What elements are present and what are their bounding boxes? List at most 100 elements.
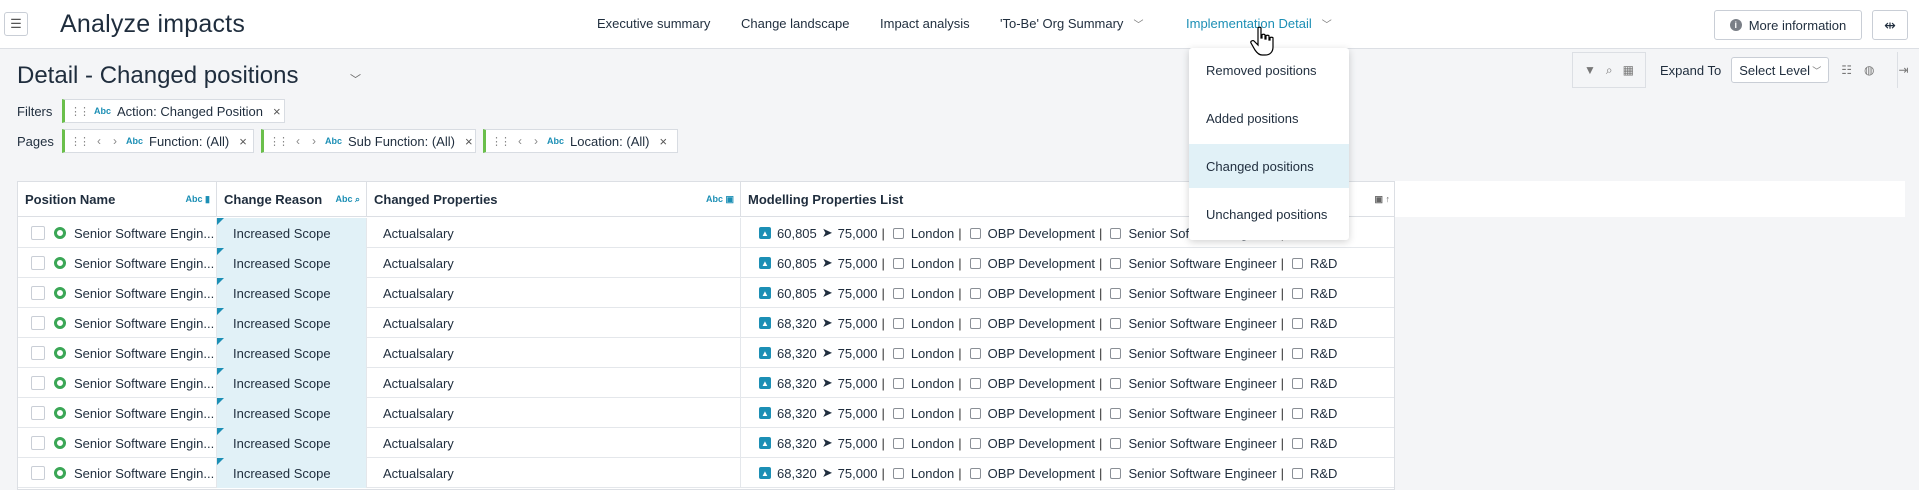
drag-handle-icon[interactable]: ⋮⋮	[70, 105, 90, 118]
cell-changed-properties[interactable]: Actualsalary	[367, 398, 741, 428]
cell-modelling-properties[interactable]: ▲ 68,320 ➤ 75,000 | London | OBP Development | Se…	[741, 398, 1394, 428]
cell-position-name[interactable]: Senior Software Engin...	[18, 338, 217, 368]
location-value: London	[910, 225, 955, 241]
cell-change-reason[interactable]: Increased Scope	[217, 338, 367, 368]
cell-modelling-properties[interactable]: ▲ 68,320 ➤ 75,000 | London | OBP Development | Se…	[741, 308, 1394, 338]
page-chip-sub-function[interactable]: ⋮⋮ ‹ › Abc Sub Function: (All) ×	[261, 129, 476, 153]
role-value: Senior Software Engineer	[1128, 435, 1277, 451]
filter-chip-action[interactable]: ⋮⋮ Abc Action: Changed Position ×	[62, 99, 285, 123]
cell-changed-properties[interactable]: Actualsalary	[367, 248, 741, 278]
lock-icon[interactable]: Abc ▣	[706, 194, 734, 205]
cell-changed-properties[interactable]: Actualsalary	[367, 278, 741, 308]
bookmark-icon[interactable]: Abc ▮	[186, 194, 210, 205]
cell-changed-properties[interactable]: Actualsalary	[367, 308, 741, 338]
cell-change-reason[interactable]: Increased Scope	[217, 218, 367, 248]
table-row[interactable]: Senior Software Engin... Increased Scope A…	[18, 278, 1394, 308]
export-icon[interactable]: ⇥	[1898, 63, 1908, 77]
column-header-position-name[interactable]: Position Name Abc ▮	[18, 182, 217, 217]
cell-position-name[interactable]: Senior Software Engin...	[18, 458, 217, 488]
row-checkbox[interactable]	[31, 376, 45, 390]
close-icon[interactable]: ×	[660, 134, 668, 149]
row-checkbox[interactable]	[31, 316, 45, 330]
cell-change-reason[interactable]: Increased Scope	[217, 278, 367, 308]
cell-changed-properties[interactable]: Actualsalary	[367, 368, 741, 398]
sort-up-icon[interactable]: ▣ ↑	[1374, 194, 1390, 205]
search-icon[interactable]: ⌕	[1606, 63, 1613, 78]
chevron-left-icon[interactable]: ‹	[296, 134, 300, 148]
row-checkbox[interactable]	[31, 256, 45, 270]
search-column-icon[interactable]: Abc ⌕	[335, 194, 360, 205]
cell-modelling-properties[interactable]: ▲ 68,320 ➤ 75,000 | London | OBP Development | Se…	[741, 458, 1394, 488]
row-checkbox[interactable]	[31, 286, 45, 300]
select-level-dropdown[interactable]: Select Level ﹀	[1731, 57, 1830, 83]
column-header-changed-properties[interactable]: Changed Properties Abc ▣	[367, 182, 741, 217]
cell-modelling-properties[interactable]: ▲ 68,320 ➤ 75,000 | London | OBP Development | Se…	[741, 428, 1394, 458]
cell-change-reason[interactable]: Increased Scope	[217, 368, 367, 398]
cell-position-name[interactable]: Senior Software Engin...	[18, 428, 217, 458]
row-checkbox[interactable]	[31, 346, 45, 360]
cell-change-reason[interactable]: Increased Scope	[217, 458, 367, 488]
table-row[interactable]: Senior Software Engin... Increased Scope A…	[18, 428, 1394, 458]
palette-icon[interactable]: ◍	[1864, 63, 1874, 77]
title-chevron-down-icon[interactable]: ﹀	[350, 71, 361, 87]
cell-change-reason[interactable]: Increased Scope	[217, 398, 367, 428]
filter-icon[interactable]: ▼	[1584, 63, 1596, 77]
department-value: R&D	[1309, 435, 1338, 451]
cell-changed-properties[interactable]: Actualsalary	[367, 428, 741, 458]
chevron-left-icon[interactable]: ‹	[518, 134, 522, 148]
chevron-right-icon[interactable]: ›	[534, 134, 538, 148]
menu-toggle-icon[interactable]: ☰	[4, 12, 28, 36]
nav-executive-summary[interactable]: Executive summary	[597, 16, 710, 31]
close-icon[interactable]: ×	[273, 104, 281, 119]
cell-position-name[interactable]: Senior Software Engin...	[18, 398, 217, 428]
nav-impact-analysis[interactable]: Impact analysis	[880, 16, 970, 31]
cell-position-name[interactable]: Senior Software Engin...	[18, 248, 217, 278]
row-checkbox[interactable]	[31, 406, 45, 420]
cell-modelling-properties[interactable]: ▲ 68,320 ➤ 75,000 | London | OBP Development | Se…	[741, 338, 1394, 368]
list-view-icon[interactable]: ☷	[1841, 63, 1852, 77]
table-row[interactable]: Senior Software Engin... Increased Scope A…	[18, 458, 1394, 488]
close-icon[interactable]: ×	[465, 134, 473, 149]
cell-modelling-properties[interactable]: ▲ 60,805 ➤ 75,000 | London | OBP Development | Se…	[741, 278, 1394, 308]
cell-changed-properties[interactable]: Actualsalary	[367, 218, 741, 248]
chevron-right-icon[interactable]: ›	[312, 134, 316, 148]
table-row[interactable]: Senior Software Engin... Increased Scope A…	[18, 308, 1394, 338]
nav-to-be-org-summary[interactable]: 'To-Be' Org Summary ﹀	[1000, 16, 1143, 31]
nav-change-landscape[interactable]: Change landscape	[741, 16, 849, 31]
chevron-right-icon[interactable]: ›	[113, 134, 117, 148]
table-row[interactable]: Senior Software Engin... Increased Scope A…	[18, 338, 1394, 368]
cell-change-reason[interactable]: Increased Scope	[217, 308, 367, 338]
column-header-change-reason[interactable]: Change Reason Abc ⌕	[217, 182, 367, 217]
table-row[interactable]: Senior Software Engin... Increased Scope A…	[18, 248, 1394, 278]
cell-position-name[interactable]: Senior Software Engin...	[18, 218, 217, 248]
cell-change-reason[interactable]: Increased Scope	[217, 248, 367, 278]
dropdown-item-changed-positions[interactable]: Changed positions	[1189, 144, 1349, 188]
more-information-button[interactable]: i More information	[1714, 10, 1862, 40]
drag-handle-icon[interactable]: ⋮⋮	[491, 135, 511, 148]
cell-position-name[interactable]: Senior Software Engin...	[18, 278, 217, 308]
dropdown-item-added-positions[interactable]: Added positions	[1189, 96, 1349, 140]
page-chip-location[interactable]: ⋮⋮ ‹ › Abc Location: (All) ×	[483, 129, 678, 153]
drag-handle-icon[interactable]: ⋮⋮	[269, 135, 289, 148]
filter-chip-label: Action: Changed Position	[117, 103, 263, 119]
cell-modelling-properties[interactable]: ▲ 60,805 ➤ 75,000 | London | OBP Development | Se…	[741, 248, 1394, 278]
page-chip-function[interactable]: ⋮⋮ ‹ › Abc Function: (All) ×	[62, 129, 254, 153]
role-value: Senior Software Engineer	[1128, 405, 1277, 421]
row-checkbox[interactable]	[31, 466, 45, 480]
cell-position-name[interactable]: Senior Software Engin...	[18, 308, 217, 338]
row-checkbox[interactable]	[31, 226, 45, 240]
row-checkbox[interactable]	[31, 436, 45, 450]
table-row[interactable]: Senior Software Engin... Increased Scope A…	[18, 398, 1394, 428]
cell-changed-properties[interactable]: Actualsalary	[367, 458, 741, 488]
cell-position-name[interactable]: Senior Software Engin...	[18, 368, 217, 398]
table-row[interactable]: Senior Software Engin... Increased Scope A…	[18, 368, 1394, 398]
drag-handle-icon[interactable]: ⋮⋮	[70, 135, 90, 148]
collapse-panel-button[interactable]: ⇹	[1872, 10, 1908, 40]
cell-changed-properties[interactable]: Actualsalary	[367, 338, 741, 368]
layers-icon[interactable]: ▦	[1623, 63, 1634, 77]
dropdown-item-unchanged-positions[interactable]: Unchanged positions	[1189, 192, 1349, 236]
chevron-left-icon[interactable]: ‹	[97, 134, 101, 148]
cell-change-reason[interactable]: Increased Scope	[217, 428, 367, 458]
cell-modelling-properties[interactable]: ▲ 68,320 ➤ 75,000 | London | OBP Development | Se…	[741, 368, 1394, 398]
close-icon[interactable]: ×	[239, 134, 247, 149]
